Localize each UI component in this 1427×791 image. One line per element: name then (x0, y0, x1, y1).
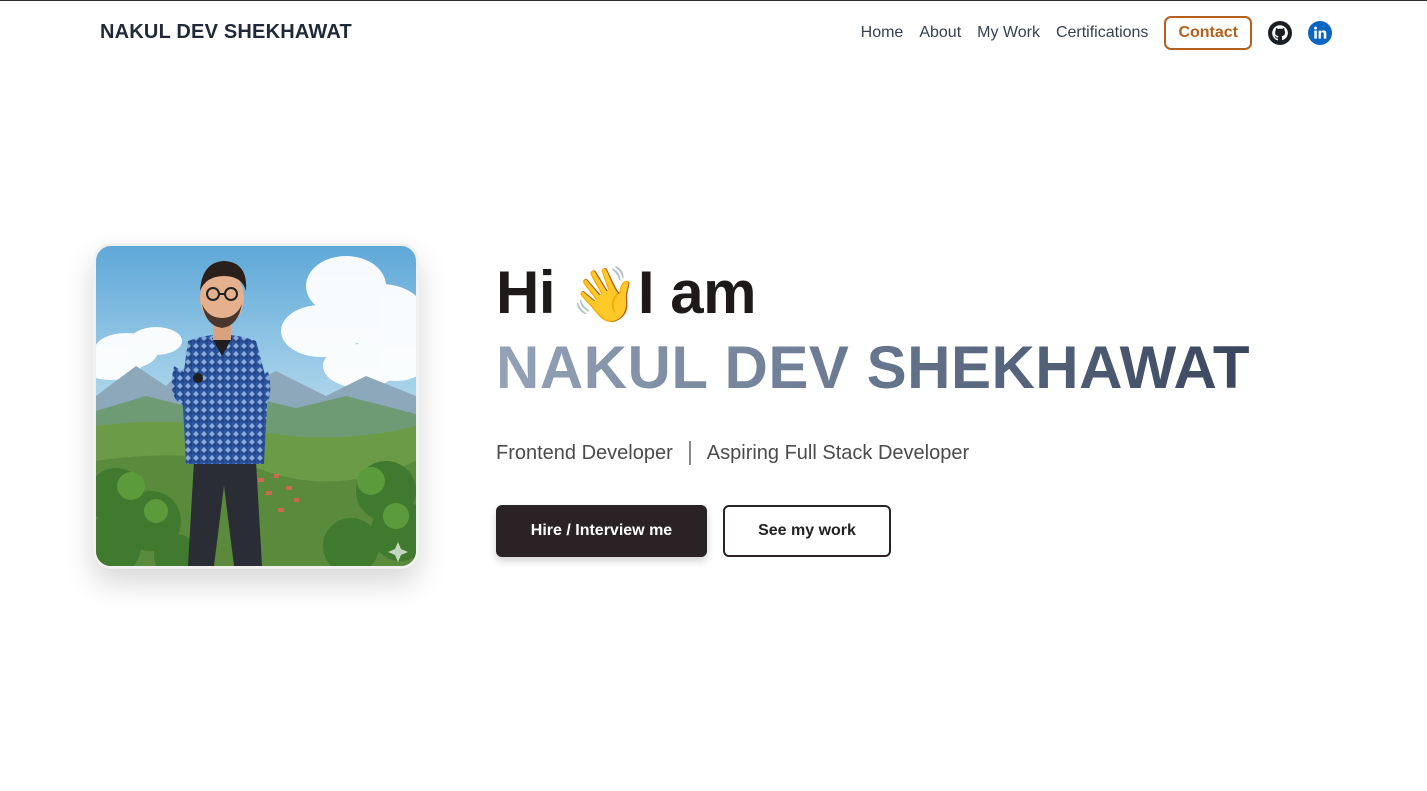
nav-home[interactable]: Home (861, 24, 904, 42)
role-frontend: Frontend Developer (496, 441, 673, 464)
see-my-work-button[interactable]: See my work (723, 505, 891, 557)
role-fullstack: Aspiring Full Stack Developer (706, 441, 970, 464)
site-header: NAKUL DEV SHEKHAWAT Home About My Work C… (0, 1, 1427, 65)
contact-button[interactable]: Contact (1164, 16, 1252, 50)
hire-interview-button[interactable]: Hire / Interview me (496, 505, 707, 557)
waving-hand-icon: 👋 (571, 265, 638, 325)
linkedin-icon[interactable] (1308, 21, 1332, 45)
profile-avatar-illustration (96, 246, 416, 566)
greeting-heading: Hi 👋I am (496, 255, 1356, 333)
brand-logo-text[interactable]: NAKUL DEV SHEKHAWAT (100, 21, 352, 44)
nav-my-work[interactable]: My Work (977, 24, 1040, 42)
role-divider (688, 441, 691, 465)
greeting-prefix: Hi (496, 259, 556, 326)
roles-line: Frontend Developer Aspiring Full Stack D… (496, 441, 1356, 465)
hero-name: NAKUL DEV SHEKHAWAT (496, 333, 1356, 403)
profile-photo-card (93, 243, 419, 569)
nav-about[interactable]: About (919, 24, 961, 42)
greeting-suffix: I am (637, 259, 757, 326)
cta-group: Hire / Interview me See my work (496, 505, 1356, 557)
hero-section: Hi 👋I am NAKUL DEV SHEKHAWAT Frontend De… (496, 255, 1356, 557)
nav-certifications[interactable]: Certifications (1056, 24, 1148, 42)
main-nav: Home About My Work Certifications Contac… (861, 15, 1332, 51)
github-icon[interactable] (1268, 21, 1292, 45)
